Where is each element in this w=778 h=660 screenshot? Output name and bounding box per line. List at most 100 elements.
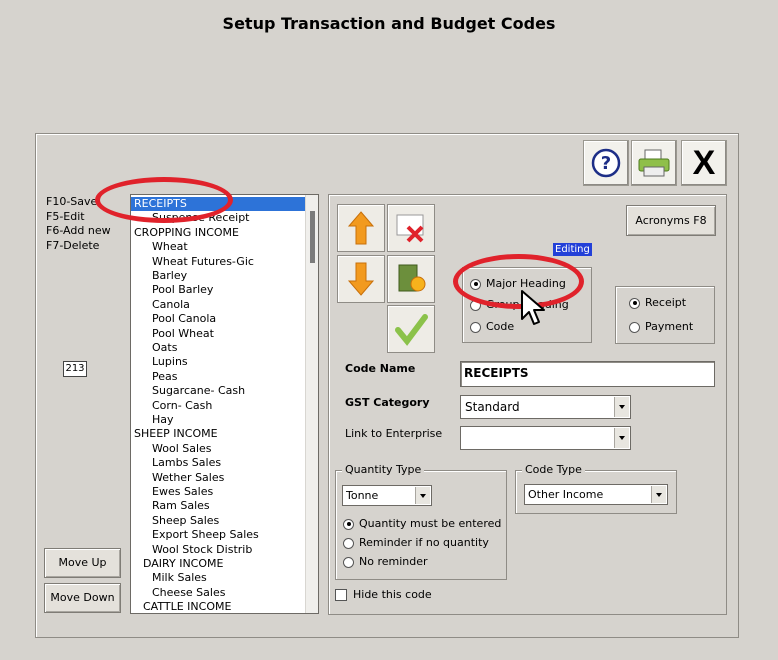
list-item[interactable]: Wheat (131, 240, 188, 254)
direction-group (615, 286, 715, 344)
radio-payment[interactable]: Payment (629, 320, 693, 333)
list-scrollbar[interactable] (305, 195, 318, 613)
move-down-button[interactable]: Move Down (44, 583, 121, 613)
list-item[interactable]: Peas (131, 370, 177, 384)
code-name-label: Code Name (345, 362, 416, 375)
page-title: Setup Transaction and Budget Codes (222, 14, 556, 33)
radio-code[interactable]: Code (470, 320, 514, 333)
chevron-down-icon[interactable] (614, 397, 629, 417)
delete-x-icon (396, 214, 424, 243)
hide-code-checkbox[interactable]: Hide this code (335, 588, 432, 601)
list-item[interactable]: Cheese Sales (131, 586, 225, 600)
svg-text:?: ? (601, 153, 611, 174)
checkmark-icon (395, 314, 428, 346)
close-button[interactable]: X (681, 140, 727, 186)
radio-no-reminder[interactable]: No reminder (343, 555, 428, 568)
list-item[interactable]: Oats (131, 341, 177, 355)
list-item[interactable]: CATTLE INCOME (131, 600, 231, 613)
code-name-value: RECEIPTS (464, 366, 529, 380)
code-type-value: Other Income (528, 488, 604, 501)
quantity-type-value: Tonne (346, 489, 379, 502)
radio-no-reminder-dot[interactable] (343, 556, 354, 568)
list-item[interactable]: Ram Sales (131, 499, 210, 513)
hide-code-label: Hide this code (353, 588, 432, 601)
radio-receipt-dot[interactable] (629, 297, 640, 309)
annotation-ellipse-major-heading (453, 254, 584, 309)
list-item[interactable]: DAIRY INCOME (131, 557, 223, 571)
up-arrow-button[interactable] (337, 204, 385, 252)
delete-button[interactable] (387, 204, 435, 252)
move-down-label: Move Down (50, 591, 115, 604)
code-list[interactable]: CATTLE INCOME Cheese Sales Milk Sales DAIRY… (130, 194, 319, 614)
enterprise-select[interactable] (460, 426, 631, 450)
list-item[interactable]: Pool Wheat (131, 327, 214, 341)
shortcut-edit: F5-Edit (46, 209, 85, 223)
chevron-down-icon[interactable] (415, 487, 430, 504)
list-item[interactable]: Sheep Sales (131, 514, 219, 528)
list-item[interactable]: Lambs Sales (131, 456, 221, 470)
list-item[interactable]: Wheat Futures-Gic (131, 255, 254, 269)
list-item[interactable]: Wool Sales (131, 442, 212, 456)
acronyms-button[interactable]: Acronyms F8 (626, 205, 716, 236)
mouse-cursor-icon (521, 290, 545, 325)
editing-badge: Editing (553, 243, 592, 256)
chevron-down-icon[interactable] (614, 428, 629, 448)
down-arrow-button[interactable] (337, 255, 385, 303)
list-item[interactable]: CROPPING INCOME (131, 226, 239, 240)
radio-code-label: Code (486, 320, 515, 333)
list-item[interactable]: Wether Sales (131, 471, 224, 485)
gst-category-value: Standard (465, 400, 520, 414)
save-button[interactable] (387, 305, 435, 353)
list-item[interactable]: Sugarcane- Cash (131, 384, 245, 398)
list-item[interactable]: Pool Barley (131, 283, 213, 297)
printer-icon (638, 149, 670, 177)
radio-receipt[interactable]: Receipt (629, 296, 686, 309)
close-x-icon: X (692, 144, 716, 182)
radio-quantity-reminder[interactable]: Reminder if no quantity (343, 536, 489, 549)
radio-quantity-required-label: Quantity must be entered (359, 517, 502, 530)
print-button[interactable] (631, 140, 677, 186)
radio-receipt-label: Receipt (645, 296, 687, 309)
radio-payment-dot[interactable] (629, 321, 640, 333)
chevron-down-icon[interactable] (651, 486, 666, 503)
list-item[interactable]: Export Sheep Sales (131, 528, 259, 542)
gst-category-select[interactable]: Standard (460, 395, 631, 419)
radio-code-dot[interactable] (470, 321, 481, 333)
list-item[interactable]: Lupins (131, 355, 188, 369)
list-item[interactable]: Wool Stock Distrib (131, 543, 252, 557)
list-item[interactable]: Hay (131, 413, 174, 427)
gst-category-label: GST Category (345, 396, 430, 409)
arrow-up-icon (347, 211, 375, 245)
code-type-select[interactable]: Other Income (524, 484, 668, 505)
list-item[interactable]: Milk Sales (131, 571, 207, 585)
radio-payment-label: Payment (645, 320, 694, 333)
help-button[interactable]: ? (583, 140, 629, 186)
new-button[interactable] (387, 255, 435, 303)
radio-quantity-required[interactable]: Quantity must be entered (343, 517, 501, 530)
hide-code-box[interactable] (335, 589, 347, 601)
record-number: 213 (63, 361, 87, 377)
quantity-type-select[interactable]: Tonne (342, 485, 432, 506)
list-item[interactable]: SHEEP INCOME (131, 427, 218, 441)
shortcut-add: F6-Add new (46, 224, 111, 237)
code-type-label: Code Type (522, 463, 585, 476)
radio-quantity-reminder-dot[interactable] (343, 537, 354, 549)
shortcut-delete: F7-Delete (46, 238, 100, 252)
new-document-icon (398, 264, 426, 292)
annotation-ellipse-receipts (95, 177, 233, 223)
radio-quantity-reminder-label: Reminder if no quantity (359, 536, 489, 549)
move-up-button[interactable]: Move Up (44, 548, 121, 578)
list-item[interactable]: Ewes Sales (131, 485, 213, 499)
list-item[interactable]: Barley (131, 269, 187, 283)
arrow-down-icon (347, 262, 375, 296)
list-item[interactable]: Pool Canola (131, 312, 216, 326)
scrollbar-thumb[interactable] (310, 211, 315, 263)
question-icon: ? (591, 148, 621, 178)
list-item[interactable]: Canola (131, 298, 190, 312)
enterprise-label: Link to Enterprise (345, 427, 443, 440)
list-item[interactable]: Corn- Cash (131, 399, 212, 413)
radio-quantity-required-dot[interactable] (343, 518, 354, 530)
acronyms-label: Acronyms F8 (635, 214, 707, 227)
radio-no-reminder-label: No reminder (359, 555, 428, 568)
code-name-input[interactable]: RECEIPTS (460, 361, 715, 387)
